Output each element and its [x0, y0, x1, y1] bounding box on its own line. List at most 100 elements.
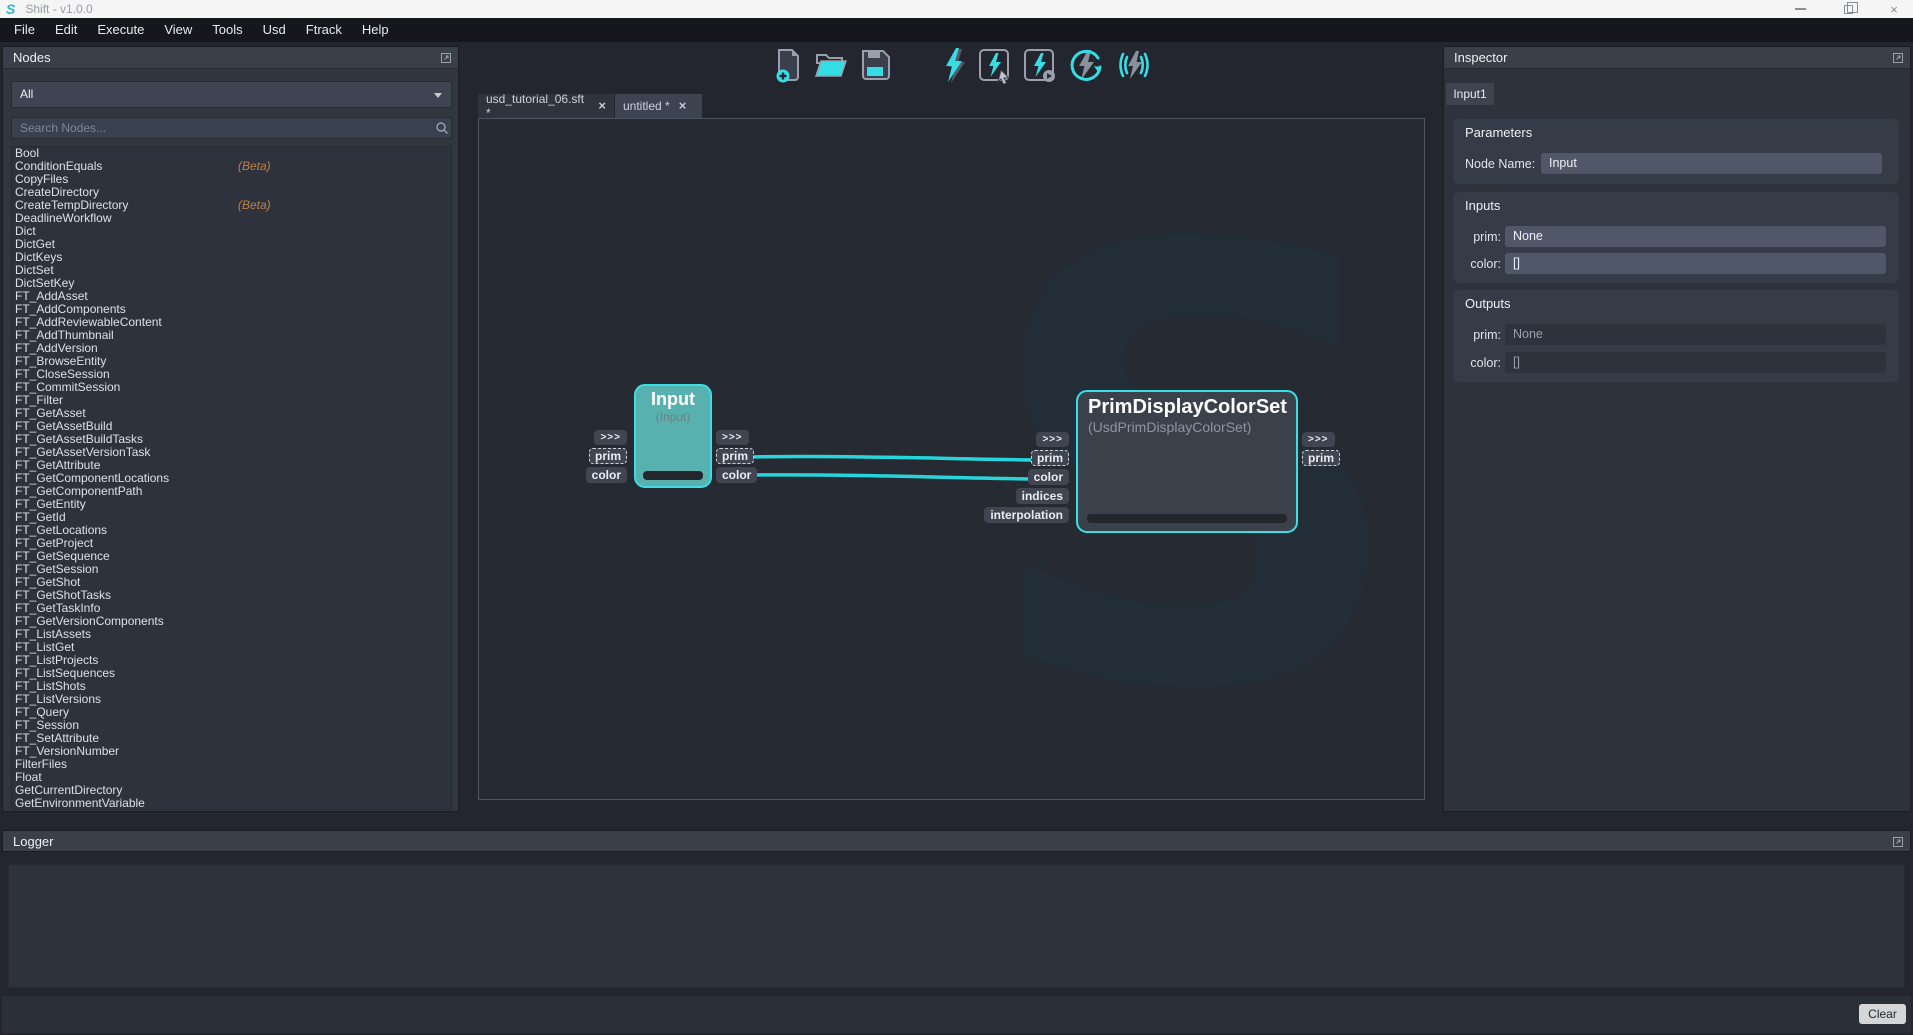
port[interactable]: prim [589, 448, 627, 464]
port[interactable]: >>> [716, 430, 749, 445]
node-name-field[interactable]: Input [1541, 153, 1882, 174]
app-logo-icon: S [6, 2, 15, 16]
logger-header: Logger [2, 830, 1911, 852]
port[interactable]: color [586, 467, 627, 483]
node-prim-display-color-set[interactable]: PrimDisplayColorSet (UsdPrimDisplayColor… [1076, 390, 1298, 533]
section-title: Parameters [1465, 125, 1532, 140]
search-input[interactable] [11, 117, 452, 139]
section-title: Outputs [1465, 296, 1511, 311]
list-item[interactable]: FT_CommitSession [12, 381, 451, 394]
list-item[interactable]: FT_VersionNumber [12, 745, 451, 758]
node-status-bar [643, 471, 703, 480]
port[interactable]: >>> [1036, 432, 1069, 447]
beta-badge: (Beta) [238, 160, 271, 173]
menu-item[interactable]: View [154, 18, 202, 42]
list-item[interactable]: DictKeys [12, 251, 451, 264]
outputs-section: Outputs prim: None color: [] [1453, 290, 1899, 382]
restore-button[interactable] [1833, 0, 1863, 18]
port[interactable]: prim [716, 448, 754, 464]
output-color-field: [] [1505, 352, 1886, 373]
close-button[interactable]: × [1879, 0, 1909, 18]
list-item[interactable]: GetEnvironmentVariable [12, 797, 451, 810]
tab-close-icon[interactable]: × [598, 100, 606, 112]
menu-item[interactable]: Edit [45, 18, 87, 42]
menu-item[interactable]: Usd [253, 18, 296, 42]
open-file-icon[interactable] [813, 47, 849, 83]
inspector-title: Inspector [1454, 50, 1507, 65]
output-prim-field: None [1505, 324, 1886, 345]
field-label: color: [1461, 257, 1501, 271]
clear-button[interactable]: Clear [1859, 1004, 1906, 1024]
tab-label: usd_tutorial_06.sft * [486, 92, 589, 120]
nodes-panel-title: Nodes [13, 50, 51, 65]
input-node-output-ports: >>> prim color [716, 430, 757, 483]
port[interactable]: >>> [594, 430, 627, 445]
list-item[interactable]: DictSet [12, 264, 451, 277]
inspector-header: Inspector [1444, 47, 1910, 69]
nodes-panel: Nodes All Bool ConditionEquals (Bet [2, 46, 459, 812]
port[interactable]: prim [1302, 450, 1340, 466]
live-execute-icon[interactable] [1114, 46, 1154, 84]
node-input[interactable]: Input (Input) [634, 384, 712, 488]
execute-selected-icon[interactable] [977, 46, 1013, 84]
tab-usd-tutorial[interactable]: usd_tutorial_06.sft * × [478, 94, 614, 118]
tab-label: untitled * [623, 99, 670, 113]
list-item[interactable]: DeadlineWorkflow [12, 212, 451, 225]
menu-item[interactable]: File [4, 18, 45, 42]
menu-item[interactable]: Help [352, 18, 399, 42]
list-item[interactable]: ConditionEquals (Beta) [12, 160, 451, 173]
new-file-icon[interactable] [772, 47, 804, 83]
save-file-icon[interactable] [858, 47, 892, 83]
re-execute-icon[interactable] [1067, 46, 1105, 84]
app-window: S Shift - v1.0.0 × FileEditExecuteViewTo… [0, 0, 1913, 1035]
node-subtitle: (UsdPrimDisplayColorSet) [1088, 419, 1296, 435]
node-title: PrimDisplayColorSet [1088, 396, 1296, 419]
port[interactable]: indices [1016, 488, 1069, 504]
undock-icon[interactable] [440, 52, 452, 64]
section-title: Inputs [1465, 198, 1500, 213]
toolbar [772, 46, 1154, 84]
pdcs-node-input-ports: >>> prim color indices interpolation [984, 432, 1069, 523]
node-graph-canvas[interactable]: S >>>primcolor >>>primcolor Input (Input… [478, 118, 1425, 800]
menubar: FileEditExecuteViewToolsUsdFtrackHelp [0, 18, 1913, 42]
port[interactable]: >>> [1302, 432, 1335, 447]
field-label: prim: [1461, 328, 1501, 342]
execute-icon[interactable] [938, 46, 968, 84]
logger-output[interactable] [8, 864, 1905, 988]
pdcs-node-output-ports: >>> prim [1302, 432, 1340, 466]
tab-untitled[interactable]: untitled * × [615, 94, 702, 118]
input-color-field[interactable]: [] [1505, 253, 1886, 274]
search-icon [435, 121, 449, 135]
parameters-section: Parameters Node Name: Input [1453, 119, 1899, 184]
port[interactable]: interpolation [984, 507, 1069, 523]
port[interactable]: color [1028, 469, 1069, 485]
nodes-panel-header: Nodes [3, 47, 458, 69]
list-item[interactable]: FT_ListVersions [12, 693, 451, 706]
window-title: Shift - v1.0.0 [25, 2, 92, 16]
port[interactable]: prim [1031, 450, 1069, 466]
menu-item[interactable]: Tools [202, 18, 252, 42]
menu-item[interactable]: Execute [87, 18, 154, 42]
list-item[interactable]: FT_ListAssets [12, 628, 451, 641]
node-status-bar [1087, 514, 1287, 523]
tab-close-icon[interactable]: × [679, 100, 687, 112]
list-item[interactable]: DictGet [12, 238, 451, 251]
undock-icon[interactable] [1892, 52, 1904, 64]
field-label: color: [1461, 356, 1501, 370]
inspector-tab-input1[interactable]: Input1 [1446, 83, 1494, 105]
field-label: Node Name: [1465, 157, 1535, 171]
list-item[interactable]: FT_GetEntity [12, 498, 451, 511]
logger-footer [2, 996, 1911, 1033]
execute-from-node-icon[interactable] [1022, 46, 1058, 84]
list-item[interactable]: FilterFiles [12, 758, 451, 771]
chevron-down-icon [434, 93, 442, 98]
node-filter-dropdown[interactable]: All [11, 81, 452, 108]
list-item[interactable]: Dict [12, 225, 451, 238]
menu-item[interactable]: Ftrack [296, 18, 352, 42]
port[interactable]: color [716, 467, 757, 483]
field-label: prim: [1461, 230, 1501, 244]
input-prim-field[interactable]: None [1505, 226, 1886, 247]
undock-icon[interactable] [1892, 836, 1904, 848]
node-title: Input [636, 389, 710, 410]
minimize-button[interactable] [1785, 0, 1815, 18]
